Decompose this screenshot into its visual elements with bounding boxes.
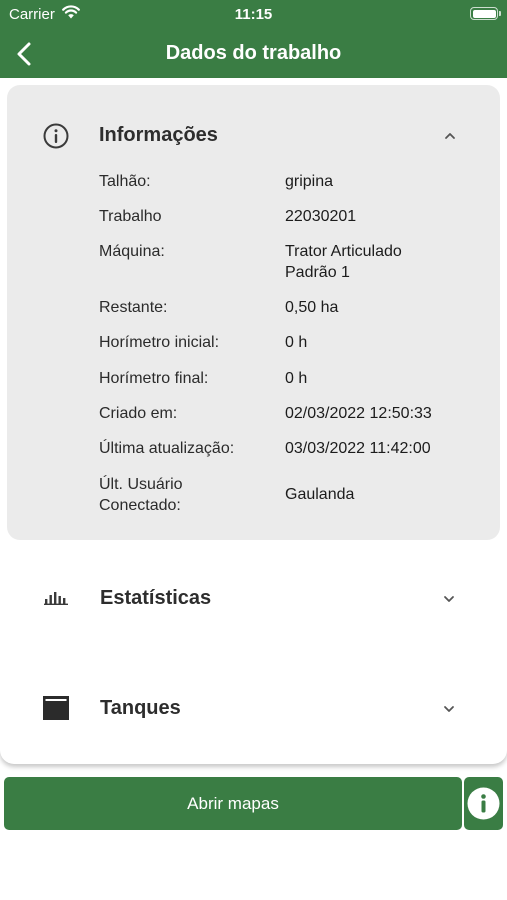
info-circle-icon: [43, 123, 69, 149]
status-bar: Carrier 11:15: [0, 0, 507, 30]
info-row-value: 0 h: [285, 334, 308, 351]
info-row-label: Talhão:: [99, 173, 151, 190]
tanks-section-header[interactable]: Tanques: [0, 668, 507, 748]
clock: 11:15: [234, 6, 273, 23]
info-row-label: Máquina:: [99, 243, 165, 260]
info-icon: [467, 787, 500, 820]
job-details-sheet: Informações Talhão: gripina Trabalho 220…: [0, 78, 507, 764]
stats-section-title: Estatísticas: [100, 587, 212, 609]
info-row-value: 03/03/2022 11:42:00: [285, 440, 431, 457]
info-row-value: Trator Articulado Padrão 1: [285, 243, 402, 281]
stats-section-header[interactable]: Estatísticas: [0, 558, 507, 638]
info-section-header[interactable]: Informações: [7, 85, 500, 170]
info-row-label: Trabalho: [99, 208, 162, 225]
info-row-label: Criado em:: [99, 405, 178, 422]
tank-icon: [43, 696, 69, 720]
bar-chart-icon: [44, 592, 68, 605]
page-title: Dados do trabalho: [165, 42, 342, 64]
info-row-value: Gaulanda: [285, 486, 355, 503]
chevron-up-icon: [445, 133, 455, 139]
chevron-down-icon: [444, 706, 454, 712]
navigation-bar: Dados do trabalho: [0, 30, 507, 78]
info-row-value: 0,50 ha: [285, 299, 339, 316]
info-row-label: Restante:: [99, 299, 168, 316]
info-row-label: Horímetro final:: [99, 370, 209, 387]
info-row-value: 02/03/2022 12:50:33: [285, 405, 432, 422]
chevron-down-icon: [444, 596, 454, 602]
open-maps-button[interactable]: Abrir mapas: [4, 777, 462, 830]
info-row-value: 0 h: [285, 370, 308, 387]
info-section-title: Informações: [99, 124, 218, 146]
info-button[interactable]: [464, 777, 503, 830]
info-section: Informações Talhão: gripina Trabalho 220…: [7, 85, 500, 540]
battery-icon: [470, 7, 501, 20]
info-row-label: Horímetro inicial:: [99, 334, 220, 351]
info-row-label: Últ. Usuário Conectado:: [99, 476, 183, 514]
info-row-value: 22030201: [285, 208, 357, 225]
info-row-value: gripina: [285, 173, 334, 190]
tanks-section-title: Tanques: [100, 697, 181, 719]
info-row-label: Última atualização:: [99, 440, 235, 457]
